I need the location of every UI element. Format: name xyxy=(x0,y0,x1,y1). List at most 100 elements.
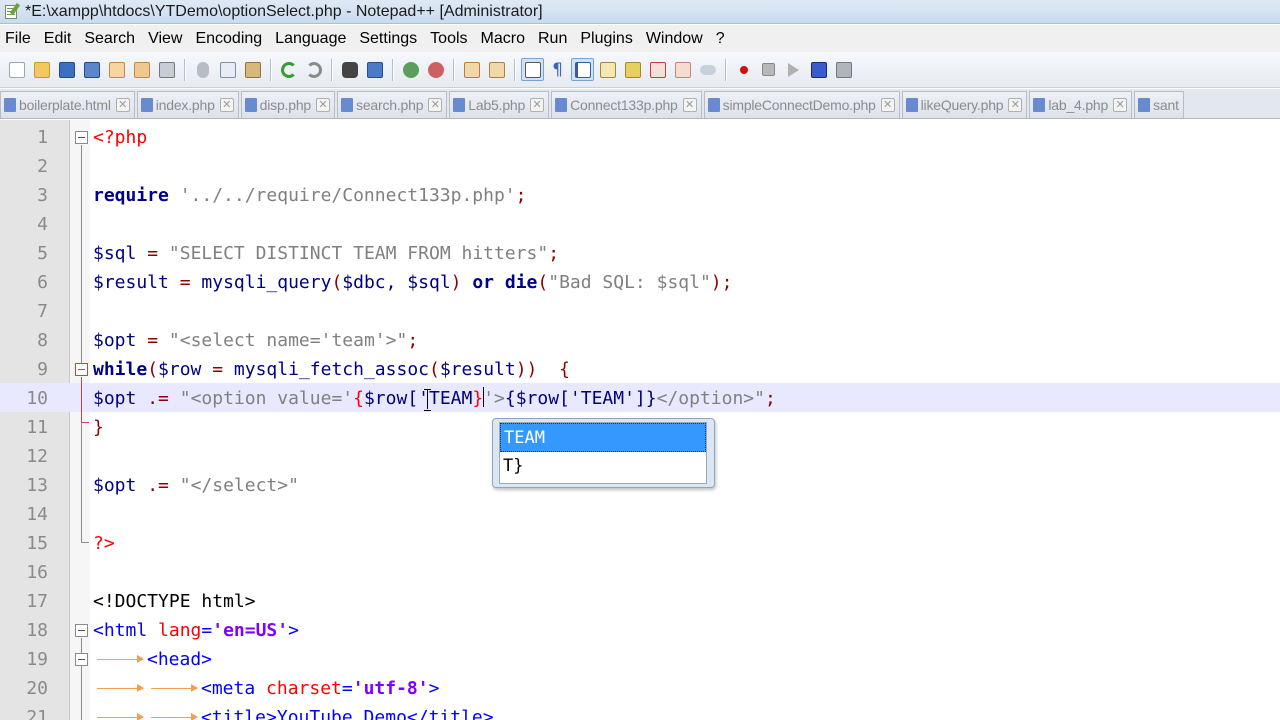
fold-toggle[interactable] xyxy=(75,624,88,637)
tab-close-button[interactable]: ✕ xyxy=(219,98,234,112)
menu-file[interactable]: File xyxy=(0,25,39,52)
tab-lab4[interactable]: lab_4.php ✕ xyxy=(1029,91,1133,118)
new-file-icon xyxy=(8,61,25,78)
open-file-icon xyxy=(33,61,50,78)
tab-close-button[interactable]: ✕ xyxy=(682,98,697,112)
tab-close-button[interactable]: ✕ xyxy=(428,98,443,112)
code-line-17: <!DOCTYPE html> xyxy=(93,591,256,612)
menu-macro[interactable]: Macro xyxy=(476,25,533,52)
save-all-button[interactable] xyxy=(80,58,103,81)
fold-toggle[interactable] xyxy=(75,131,88,144)
line-number: 15 xyxy=(26,533,48,554)
tab-index[interactable]: index.php ✕ xyxy=(136,91,239,118)
file-saved-icon xyxy=(555,98,568,112)
undo-button[interactable] xyxy=(277,58,300,81)
folder-workspace-button[interactable] xyxy=(671,58,694,81)
tab-sant[interactable]: sant xyxy=(1134,91,1184,118)
copy-button[interactable] xyxy=(216,58,239,81)
menu-help[interactable]: ? xyxy=(711,25,733,52)
code-line-10: $opt .= "<option value='{$row['TEAM}'>{$… xyxy=(93,387,776,409)
sync-vertical-button[interactable] xyxy=(460,58,483,81)
tab-char-icon xyxy=(147,703,201,720)
line-number: 9 xyxy=(37,359,48,380)
save-macro-button[interactable] xyxy=(832,58,855,81)
code-line-1: <?php xyxy=(93,127,148,148)
tab-close-button[interactable]: ✕ xyxy=(880,98,895,112)
menu-run[interactable]: Run xyxy=(533,25,575,52)
run-macro-multiple-button[interactable] xyxy=(807,58,830,81)
menu-bar: File Edit Search View Encoding Language … xyxy=(0,25,1280,52)
close-button[interactable] xyxy=(105,58,128,81)
find-button[interactable] xyxy=(338,58,361,81)
line-number: 21 xyxy=(26,707,48,720)
folder-workspace-icon xyxy=(674,61,691,78)
tab-close-button[interactable]: ✕ xyxy=(1113,98,1128,112)
fold-line xyxy=(81,638,82,720)
tab-search[interactable]: search.php ✕ xyxy=(337,91,448,118)
paste-button[interactable] xyxy=(241,58,264,81)
menu-search[interactable]: Search xyxy=(79,25,143,52)
close-all-icon xyxy=(133,61,150,78)
indent-guide-button[interactable] xyxy=(571,58,594,81)
autocomplete-item[interactable]: T} xyxy=(500,452,706,481)
menu-plugins[interactable]: Plugins xyxy=(575,25,640,52)
doc-map-icon xyxy=(624,61,641,78)
fold-toggle[interactable] xyxy=(75,653,88,666)
close-all-button[interactable] xyxy=(130,58,153,81)
menu-language[interactable]: Language xyxy=(270,25,354,52)
menu-window[interactable]: Window xyxy=(641,25,711,52)
record-macro-button[interactable] xyxy=(732,58,755,81)
toolbar-separator xyxy=(453,58,454,81)
menu-encoding[interactable]: Encoding xyxy=(190,25,270,52)
title-bar: *E:\xampp\htdocs\YTDemo\optionSelect.php… xyxy=(0,0,1280,24)
menu-edit[interactable]: Edit xyxy=(39,25,80,52)
user-lang-button[interactable] xyxy=(596,58,619,81)
fold-toggle[interactable] xyxy=(75,363,88,376)
show-all-chars-icon: ¶ xyxy=(552,59,563,80)
tab-boilerplate[interactable]: boilerplate.html ✕ xyxy=(0,91,135,118)
tab-disp[interactable]: disp.php ✕ xyxy=(240,91,336,118)
doc-map-button[interactable] xyxy=(621,58,644,81)
tab-likequery[interactable]: likeQuery.php ✕ xyxy=(901,91,1028,118)
find-icon xyxy=(341,61,358,78)
zoom-in-button[interactable] xyxy=(399,58,422,81)
menu-view[interactable]: View xyxy=(143,25,190,52)
save-button[interactable] xyxy=(55,58,78,81)
line-number: 5 xyxy=(37,243,48,264)
autocomplete-item[interactable]: TEAM xyxy=(500,423,706,452)
replace-button[interactable] xyxy=(363,58,386,81)
menu-tools[interactable]: Tools xyxy=(425,25,475,52)
menu-settings[interactable]: Settings xyxy=(354,25,425,52)
file-saved-icon xyxy=(244,98,257,112)
redo-button[interactable] xyxy=(302,58,325,81)
tab-simpleconnectdemo[interactable]: simpleConnectDemo.php ✕ xyxy=(703,91,900,118)
file-saved-icon xyxy=(453,98,466,112)
print-button[interactable] xyxy=(155,58,178,81)
word-wrap-button[interactable] xyxy=(521,58,544,81)
show-all-chars-button[interactable]: ¶ xyxy=(546,58,569,81)
tab-close-button[interactable]: ✕ xyxy=(316,98,331,112)
file-saved-icon xyxy=(707,98,720,112)
cut-button[interactable] xyxy=(191,58,214,81)
toolbar-separator xyxy=(725,58,726,81)
line-number: 14 xyxy=(26,504,48,525)
stop-macro-button[interactable] xyxy=(757,58,780,81)
play-macro-button[interactable] xyxy=(782,58,805,81)
monitoring-button[interactable] xyxy=(696,58,719,81)
zoom-out-button[interactable] xyxy=(424,58,447,81)
tab-lab5[interactable]: Lab5.php ✕ xyxy=(449,91,550,118)
open-file-button[interactable] xyxy=(30,58,53,81)
function-list-button[interactable] xyxy=(646,58,669,81)
save-icon xyxy=(58,61,75,78)
tab-close-button[interactable]: ✕ xyxy=(115,98,130,112)
new-file-button[interactable] xyxy=(5,58,28,81)
tab-close-button[interactable]: ✕ xyxy=(1008,98,1023,112)
tab-close-button[interactable]: ✕ xyxy=(530,98,545,112)
file-saved-icon xyxy=(1138,98,1151,112)
line-number: 18 xyxy=(26,620,48,641)
fold-line xyxy=(81,422,82,542)
sync-horizontal-button[interactable] xyxy=(485,58,508,81)
save-macro-icon xyxy=(835,61,852,78)
code-line-5: $sql = "SELECT DISTINCT TEAM FROM hitter… xyxy=(93,243,560,264)
tab-connect133p[interactable]: Connect133p.php ✕ xyxy=(551,91,702,118)
